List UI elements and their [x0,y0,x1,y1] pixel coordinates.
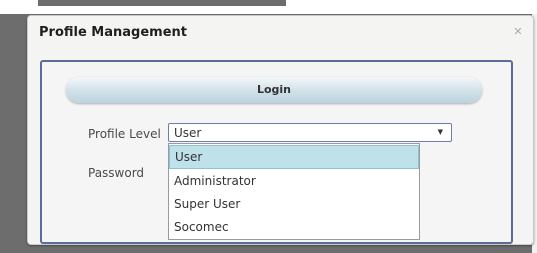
profile-level-value: User [174,126,202,140]
password-label: Password [88,166,145,180]
chevron-down-icon[interactable]: ▼ [438,128,443,136]
profile-level-select[interactable]: User ▼ [168,123,452,142]
login-panel: Login Profile Level Password User ▼ User… [40,60,513,244]
dropdown-option-super-user[interactable]: Super User [169,192,419,216]
login-header: Login [66,77,482,103]
background-strip [0,0,537,14]
profile-level-dropdown: User Administrator Super User Socomec [168,143,420,240]
dropdown-option-socomec[interactable]: Socomec [169,215,419,239]
dropdown-option-user[interactable]: User [169,145,419,169]
profile-management-dialog: Profile Management ✕ Login Profile Level… [27,15,534,245]
close-icon[interactable]: ✕ [511,25,525,39]
background-segment [38,0,286,6]
dialog-title: Profile Management [39,25,187,40]
dropdown-option-administrator[interactable]: Administrator [169,169,419,193]
dialog-titlebar[interactable]: Profile Management ✕ [28,16,533,46]
profile-level-label: Profile Level [88,127,161,141]
